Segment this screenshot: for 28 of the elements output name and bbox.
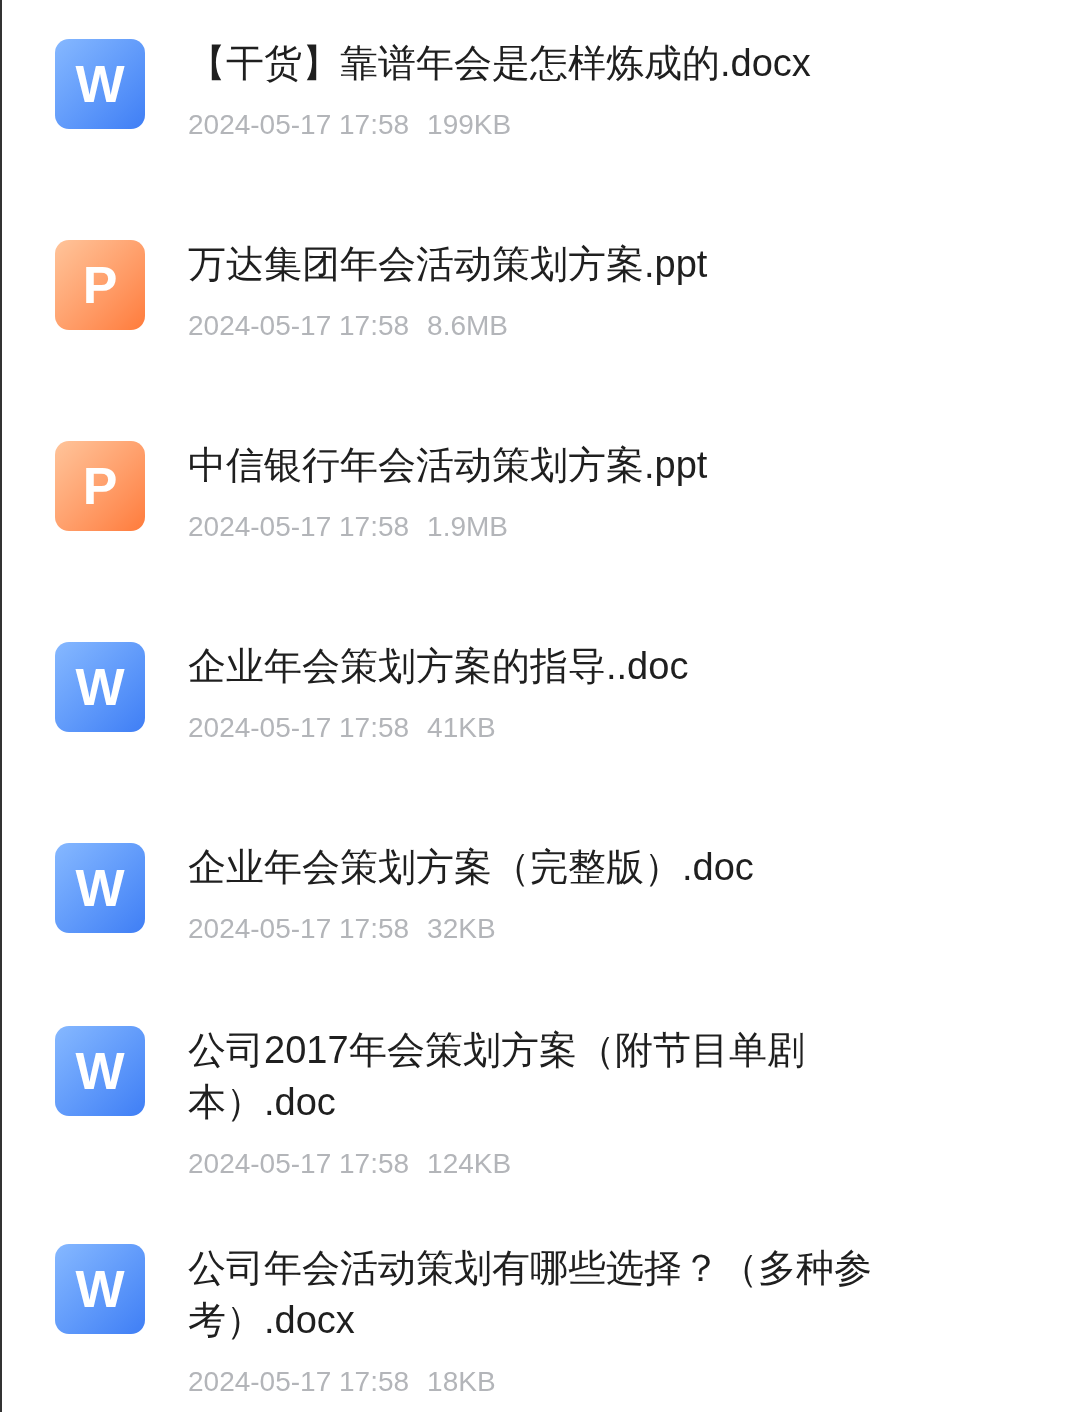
file-name[interactable]: 中信银行年会活动策划方案.ppt: [188, 438, 978, 491]
file-name[interactable]: 企业年会策划方案（完整版）.doc: [188, 840, 978, 893]
file-name[interactable]: 公司年会活动策划有哪些选择？（多种参 考）.docx: [188, 1242, 978, 1346]
file-type-icon: P: [55, 239, 145, 330]
file-size: 124KB: [427, 1147, 512, 1181]
file-name[interactable]: 【干货】靠谱年会是怎样炼成的.docx: [188, 36, 978, 89]
file-size: 18KB: [427, 1365, 496, 1399]
modified-time: 2024-05-17 17:58: [188, 710, 410, 745]
file-type-icon: P: [55, 440, 145, 531]
file-size: 8.6MB: [427, 308, 508, 343]
file-size: 199KB: [427, 107, 512, 142]
file-type-icon: W: [55, 842, 145, 933]
modified-time: 2024-05-17 17:58: [188, 107, 410, 142]
file-name[interactable]: 公司2017年会策划方案（附节目单剧 本）.doc: [188, 1024, 978, 1128]
modified-time: 2024-05-17 17:58: [188, 308, 410, 343]
file-size: 41KB: [427, 710, 496, 745]
modified-time: 2024-05-17 17:58: [188, 1365, 410, 1399]
file-type-icon: W: [55, 1026, 145, 1116]
modified-time: 2024-05-17 17:58: [188, 911, 410, 946]
file-name[interactable]: 企业年会策划方案的指导..doc: [188, 639, 978, 692]
file-name[interactable]: 万达集团年会活动策划方案.ppt: [188, 237, 978, 290]
modified-time: 2024-05-17 17:58: [188, 509, 410, 544]
file-size: 1.9MB: [427, 509, 508, 544]
file-type-icon: W: [55, 1244, 145, 1334]
file-type-icon: W: [55, 38, 145, 129]
file-size: 32KB: [427, 911, 496, 946]
modified-time: 2024-05-17 17:58: [188, 1147, 410, 1181]
file-type-icon: W: [55, 641, 145, 732]
